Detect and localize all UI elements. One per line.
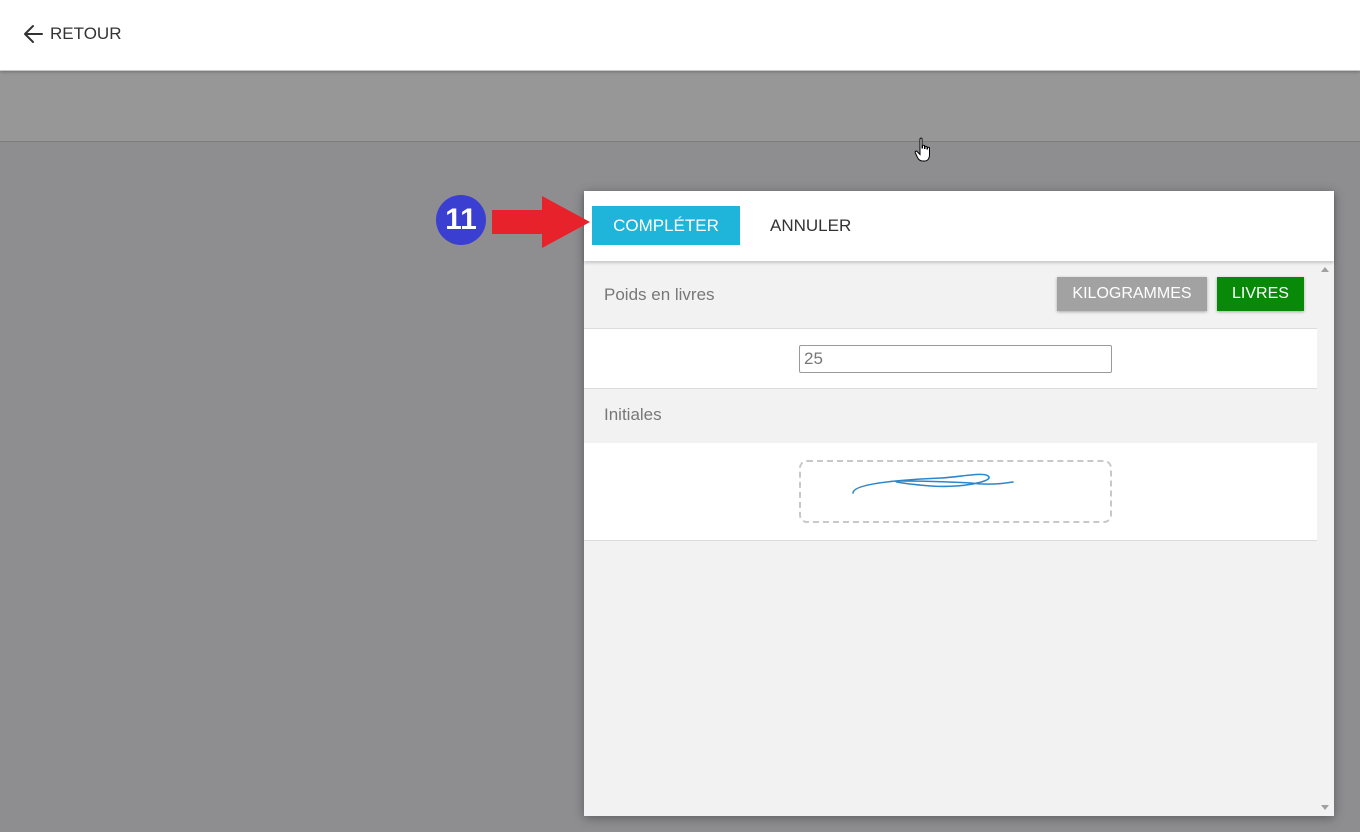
dialog-scrollbar[interactable] [1317, 261, 1334, 816]
weight-label-row: Poids en livres KILOGRAMMES LIVRES [584, 261, 1317, 328]
back-button[interactable]: RETOUR [22, 20, 121, 48]
complete-button[interactable]: COMPLÉTER [592, 206, 740, 245]
arrow-left-icon [22, 23, 44, 45]
signature-stroke [852, 473, 1014, 494]
scroll-up-arrow-icon[interactable] [1321, 267, 1329, 272]
initials-label-row: Initiales [584, 389, 1317, 443]
initials-label: Initiales [604, 405, 662, 424]
dialog-body: Poids en livres KILOGRAMMES LIVRES Initi… [584, 261, 1317, 816]
app-bar: RETOUR [0, 0, 1360, 71]
back-label: RETOUR [50, 24, 122, 43]
toolbar-dimmed [0, 71, 1360, 142]
hand-cursor-icon [914, 137, 934, 168]
weight-label: Poids en livres [604, 285, 715, 304]
weight-input[interactable] [799, 345, 1112, 373]
initials-signature-row [584, 443, 1317, 541]
signature-pad[interactable] [799, 460, 1112, 523]
weight-dialog: COMPLÉTER ANNULER Poids en livres KILOGR… [584, 191, 1334, 816]
unit-pounds-button[interactable]: LIVRES [1217, 277, 1304, 311]
step-number-badge: 11 [436, 195, 486, 245]
unit-kilograms-button[interactable]: KILOGRAMMES [1057, 277, 1207, 311]
scroll-down-arrow-icon[interactable] [1321, 805, 1329, 810]
red-arrow-icon [492, 196, 592, 253]
weight-input-row [584, 328, 1317, 389]
dialog-header: COMPLÉTER ANNULER [584, 191, 1334, 261]
cancel-button[interactable]: ANNULER [754, 206, 867, 245]
